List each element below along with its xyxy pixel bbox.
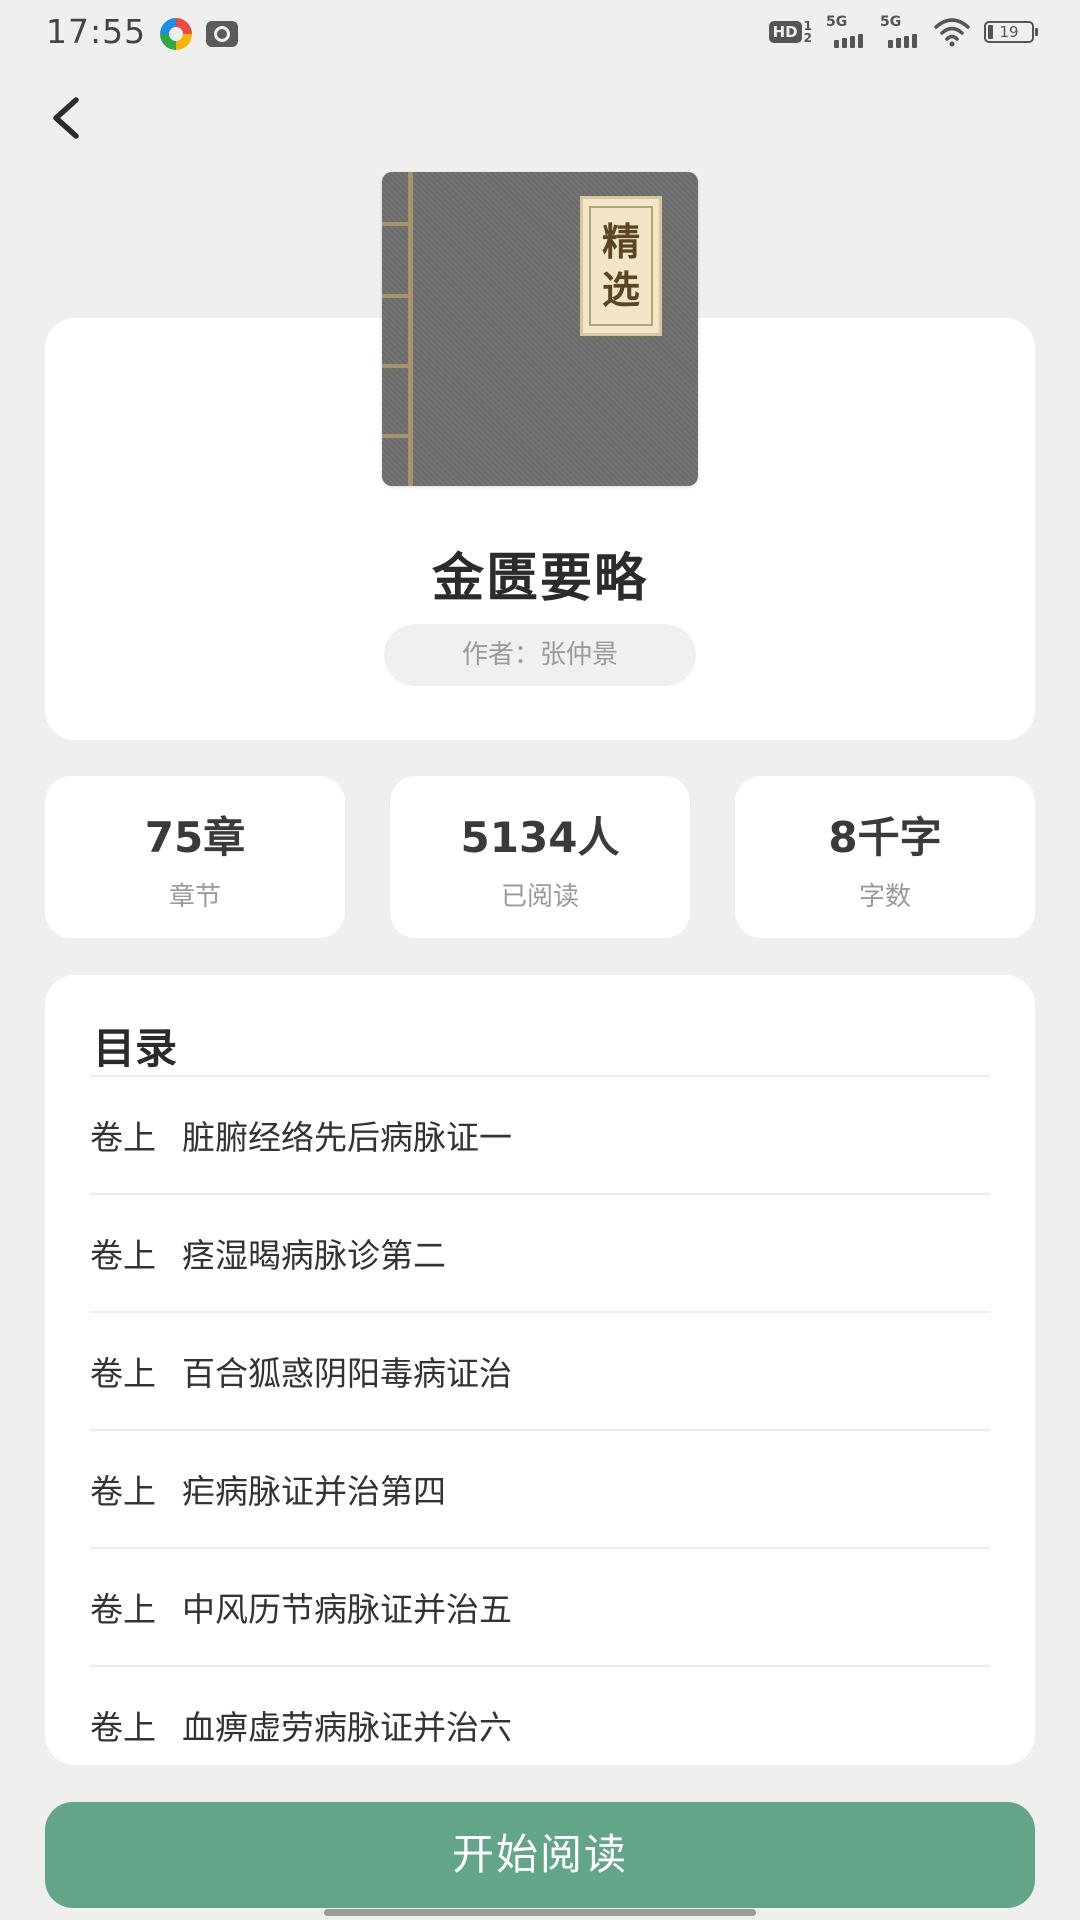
app-notification-icon — [160, 18, 192, 50]
chapter-title: 脏腑经络先后病脉证一 — [182, 1118, 512, 1157]
status-indicators: HD 1 2 5G 5G 19 — [768, 14, 1038, 48]
stat-label: 字数 — [858, 882, 911, 912]
book-detail-screen: 17:55 HD 1 2 5G 5G 19 金匮要略 作者：张仲景 精 选 75… — [0, 0, 1080, 1920]
chapter-item[interactable]: 卷上 疟病脉证并治第四 — [90, 1431, 990, 1549]
chapter-item[interactable]: 卷上 脏腑经络先后病脉证一 — [90, 1077, 990, 1195]
chapter-volume: 卷上 — [90, 1590, 156, 1629]
battery-level: 19 — [999, 23, 1019, 41]
hd-voice-icon: HD 1 2 — [768, 20, 812, 44]
start-reading-button[interactable]: 开始阅读 — [45, 1802, 1035, 1908]
chapter-item[interactable]: 卷上 痉湿暍病脉诊第二 — [90, 1195, 990, 1313]
stat-label: 已阅读 — [500, 882, 579, 912]
book-title: 金匮要略 — [431, 549, 648, 609]
chapter-title: 血痹虚劳病脉证并治六 — [182, 1708, 512, 1747]
chapter-volume: 卷上 — [90, 1354, 156, 1393]
chevron-left-icon — [53, 97, 79, 139]
stat-value: 8千字 — [828, 813, 942, 862]
chapter-title: 中风历节病脉证并治五 — [182, 1590, 512, 1629]
chapter-item[interactable]: 卷上 血痹虚劳病脉证并治六 — [90, 1667, 990, 1765]
stat-value: 75章 — [144, 813, 246, 862]
toc-title: 目录 — [93, 1024, 178, 1073]
stat-card-readers: 5134人 已阅读 — [390, 776, 690, 938]
chapter-title: 痉湿暍病脉诊第二 — [182, 1236, 446, 1275]
vpn-notification-icon — [206, 21, 238, 47]
chapter-title: 疟病脉证并治第四 — [182, 1472, 446, 1511]
table-of-contents: 目录 卷上 脏腑经络先后病脉证一 卷上 痉湿暍病脉诊第二 卷上 百合狐惑阴阳毒病… — [45, 975, 1035, 1765]
author-label: 作者：张仲景 — [384, 624, 696, 686]
chapter-volume: 卷上 — [90, 1118, 156, 1157]
stat-card-chapters: 75章 章节 — [45, 776, 345, 938]
notification-icons — [160, 18, 238, 50]
signal-icon-2: 5G — [880, 14, 920, 48]
back-button[interactable] — [30, 82, 102, 154]
stat-label: 章节 — [168, 882, 221, 912]
chapter-volume: 卷上 — [90, 1472, 156, 1511]
chapter-list: 卷上 脏腑经络先后病脉证一 卷上 痉湿暍病脉诊第二 卷上 百合狐惑阴阳毒病证治 … — [90, 1077, 990, 1765]
home-indicator[interactable] — [324, 1909, 756, 1916]
battery-icon: 19 — [984, 21, 1038, 43]
chapter-volume: 卷上 — [90, 1708, 156, 1747]
book-cover: 精 选 — [382, 172, 698, 486]
wifi-icon — [934, 17, 970, 47]
chapter-volume: 卷上 — [90, 1236, 156, 1275]
status-bar: 17:55 HD 1 2 5G 5G 19 — [0, 0, 1080, 70]
cover-label: 精 选 — [580, 196, 662, 336]
chapter-item[interactable]: 卷上 百合狐惑阴阳毒病证治 — [90, 1313, 990, 1431]
stat-card-word-count: 8千字 字数 — [735, 776, 1035, 938]
signal-icon: 5G — [826, 14, 866, 48]
chapter-item[interactable]: 卷上 中风历节病脉证并治五 — [90, 1549, 990, 1667]
chapter-title: 百合狐惑阴阳毒病证治 — [182, 1354, 512, 1393]
status-time: 17:55 — [46, 12, 147, 51]
stat-value: 5134人 — [460, 813, 620, 862]
